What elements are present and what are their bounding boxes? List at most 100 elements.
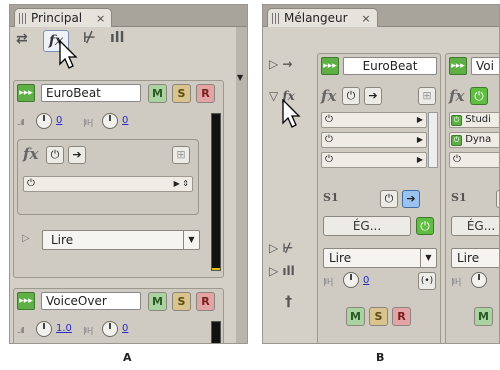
track-color-badge: ▸▸▸ [321,57,339,75]
swap-arrows-icon[interactable]: ⇄ [16,31,28,47]
level-meter [211,113,221,271]
slot-name: Studi [465,114,491,125]
power-small-icon: ⏻ [325,114,333,125]
power-small-icon: ⏻ [325,154,333,165]
record-button[interactable]: R [196,84,215,103]
fx-bypass-button[interactable]: ⊞ [418,87,436,105]
fx-slot-2[interactable]: ⏻ Dyna [449,132,499,148]
fx-scrollbar[interactable] [428,112,438,168]
tab-label: Mélangeur [284,11,348,25]
slot-arrow-icon[interactable]: ▶ ⇕ [174,177,189,191]
fx-slot-2[interactable]: ⏻ ▶ [321,132,427,148]
send-power-button[interactable]: ⏻ [496,190,499,208]
mute-button[interactable]: M [346,307,365,326]
tab-strip: Principal × [10,5,247,27]
eq-button[interactable]: ÉG... [451,216,499,236]
power-small-icon: ⏻ [453,154,461,165]
slot-arrow-icon[interactable]: ▶ [417,133,423,147]
expand-sends-icon[interactable]: ▷ ⊬ [269,241,293,255]
fx-slot-3[interactable]: ⏻ ▶ [321,152,427,168]
fx-slot-1[interactable]: ⏻ Studi [449,112,499,128]
volume-value[interactable]: 1.0 [56,323,72,334]
read-mode-dropdown[interactable]: Lire [451,248,499,268]
scroll-down-icon[interactable]: ▼ [237,73,243,82]
record-button[interactable]: R [392,307,411,326]
chevron-down-icon: ▼ [183,231,199,249]
send-label: S1 [451,191,467,204]
pan-knob[interactable] [102,113,118,129]
slot-arrow-icon[interactable]: ▶ [417,153,423,167]
eq-bars-icon[interactable]: ıll [110,30,124,46]
grip-icon [272,13,280,24]
pan-icon: |⊪| [451,277,461,286]
expand-eq-icon[interactable]: ▷ ıll [269,264,295,278]
fx-label: fx [449,87,465,105]
track-name-field[interactable]: EuroBeat [41,84,141,102]
close-icon[interactable]: × [361,12,370,25]
mute-button[interactable]: M [148,292,167,311]
tab-principal[interactable]: Principal × [14,8,113,27]
pan-knob[interactable] [102,321,118,337]
fx-label: fx [321,87,337,105]
pan-icon: |⊪| [83,326,93,335]
fx-prefader-button[interactable]: ➔ [68,146,86,164]
pan-knob[interactable] [471,272,487,288]
send-prefader-button[interactable]: ➔ [402,190,420,208]
stereo-toggle-button[interactable]: (•) [418,272,436,290]
channel-strip-eurobeat: ▸▸▸ EuroBeat M S R ..ıll 0 |⊪| 0 fx ⏻ ➔ … [13,80,224,278]
track-color-badge: ▸▸▸ [17,84,35,102]
eq-button[interactable]: ÉG... [323,216,411,236]
read-mode-value: Lire [329,251,352,265]
grip-icon [19,13,27,24]
read-mode-value: Lire [457,251,480,265]
volume-value[interactable]: 0 [56,115,62,126]
expand-arrow-icon[interactable]: ▷ [22,233,30,244]
fx-rack: fx ⏻ ➔ ⊞ ⏻ ▶ ⇕ [17,139,199,215]
fx-power-button[interactable]: ⏻ [46,146,64,164]
pan-value[interactable]: 0 [363,275,369,286]
caption-a: A [123,351,132,364]
record-button[interactable]: R [196,292,215,311]
tab-label: Principal [31,11,83,25]
fx-prefader-button[interactable]: ➔ [364,87,382,105]
send-power-button[interactable]: ⏻ [380,190,398,208]
fx-bypass-button[interactable]: ⊞ [172,146,190,164]
read-mode-dropdown[interactable]: Lire ▼ [323,248,437,268]
read-mode-dropdown[interactable]: Lire ▼ [42,230,200,250]
fx-power-button[interactable]: ⏻ [470,87,488,105]
mixer-channel-voice: ▸▸▸ Voi fx ⏻ ⏻ Studi ⏻ Dyna ⏻ S1 ⏻ ÉG...… [445,53,499,343]
cursor-arrow-icon [59,40,78,69]
volume-knob[interactable] [36,321,52,337]
track-color-badge: ▸▸▸ [17,292,35,310]
mute-button[interactable]: M [148,84,167,103]
pan-icon: |⊪| [83,118,93,127]
solo-button[interactable]: S [172,84,191,103]
power-on-icon: ⏻ [451,115,462,126]
track-name-field[interactable]: EuroBeat [343,57,437,75]
fx-slot-1[interactable]: ⏻ ▶ [321,112,427,128]
tab-melangeur[interactable]: Mélangeur × [267,8,378,27]
close-icon[interactable]: × [96,12,105,25]
pan-value[interactable]: 0 [122,115,128,126]
chevron-down-icon: ▼ [420,249,436,267]
level-meter [211,321,221,343]
pan-knob[interactable] [343,272,359,288]
solo-button[interactable]: S [369,307,388,326]
mute-button[interactable]: M [474,307,493,326]
eq-power-button[interactable]: ⏻ [416,217,434,235]
power-small-icon: ⏻ [27,178,35,189]
volume-knob[interactable] [36,113,52,129]
sends-icon[interactable]: ⊬ [83,30,96,46]
track-name-field[interactable]: VoiceOver [41,292,141,310]
mixer-channel-eurobeat: ▸▸▸ EuroBeat fx ⏻ ➔ ⊞ ⏻ ▶ ⏻ ▶ ⏻ ▶ S1 ⏻ ➔ ÉG… [317,53,441,343]
track-name-field[interactable]: Voi [471,57,499,75]
slot-arrow-icon[interactable]: ▶ [417,113,423,127]
fx-slot-3[interactable]: ⏻ [449,152,499,168]
caption-b: B [376,351,385,364]
fx-slot-1[interactable]: ⏻ ▶ ⇕ [23,176,193,192]
fx-power-button[interactable]: ⏻ [342,87,360,105]
expand-io-icon[interactable]: ▷ → [269,57,292,71]
tab-strip: Mélangeur × [263,5,499,27]
pan-value[interactable]: 0 [122,323,128,334]
solo-button[interactable]: S [172,292,191,311]
